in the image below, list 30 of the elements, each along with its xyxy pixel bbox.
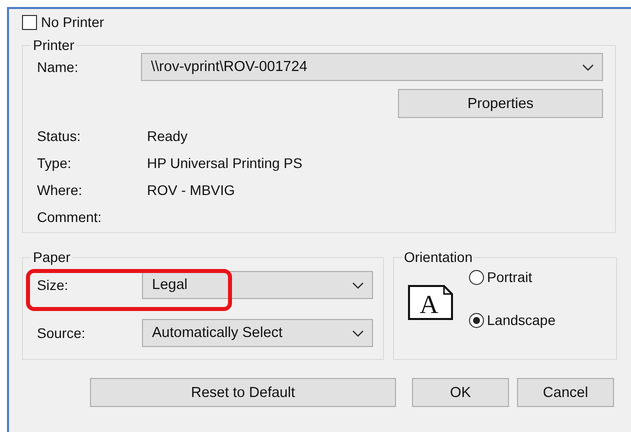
cancel-button[interactable]: Cancel bbox=[517, 378, 614, 407]
info-value: ROV - MBVIG bbox=[147, 182, 235, 198]
chevron-down-icon bbox=[352, 282, 364, 288]
printer-name-dropdown[interactable]: \\rov-vprint\ROV-001724 bbox=[141, 53, 603, 81]
chevron-down-icon bbox=[352, 330, 364, 336]
info-label: Comment: bbox=[37, 208, 103, 224]
field-label: Source: bbox=[37, 325, 86, 341]
ok-button[interactable]: OK bbox=[412, 378, 509, 407]
chevron-down-icon bbox=[582, 64, 594, 70]
radio-label: Landscape bbox=[487, 312, 556, 328]
info-value: Ready bbox=[147, 128, 188, 144]
group-title: Printer bbox=[32, 37, 76, 53]
radio-button[interactable] bbox=[469, 312, 484, 328]
info-label: Type: bbox=[37, 154, 72, 170]
reset-button[interactable]: Reset to Default bbox=[90, 378, 396, 407]
paper-dropdown[interactable]: Automatically Select bbox=[142, 319, 373, 347]
info-label: Where: bbox=[37, 182, 84, 198]
radio-label: Portrait bbox=[487, 269, 532, 285]
info-label: Status: bbox=[37, 128, 82, 144]
group-title: Orientation bbox=[403, 249, 474, 265]
checkbox-label: No Printer bbox=[41, 14, 104, 30]
checkbox[interactable] bbox=[22, 14, 37, 30]
info-value: HP Universal Printing PS bbox=[147, 154, 302, 170]
radio-button[interactable] bbox=[469, 270, 484, 284]
page-letter-icon: A bbox=[408, 285, 453, 320]
field-label: Name: bbox=[37, 59, 80, 75]
field-label: Size: bbox=[37, 277, 70, 293]
paper-dropdown[interactable]: Legal bbox=[142, 271, 373, 299]
group-title: Paper bbox=[32, 249, 72, 265]
properties-button[interactable]: Properties bbox=[398, 89, 603, 118]
